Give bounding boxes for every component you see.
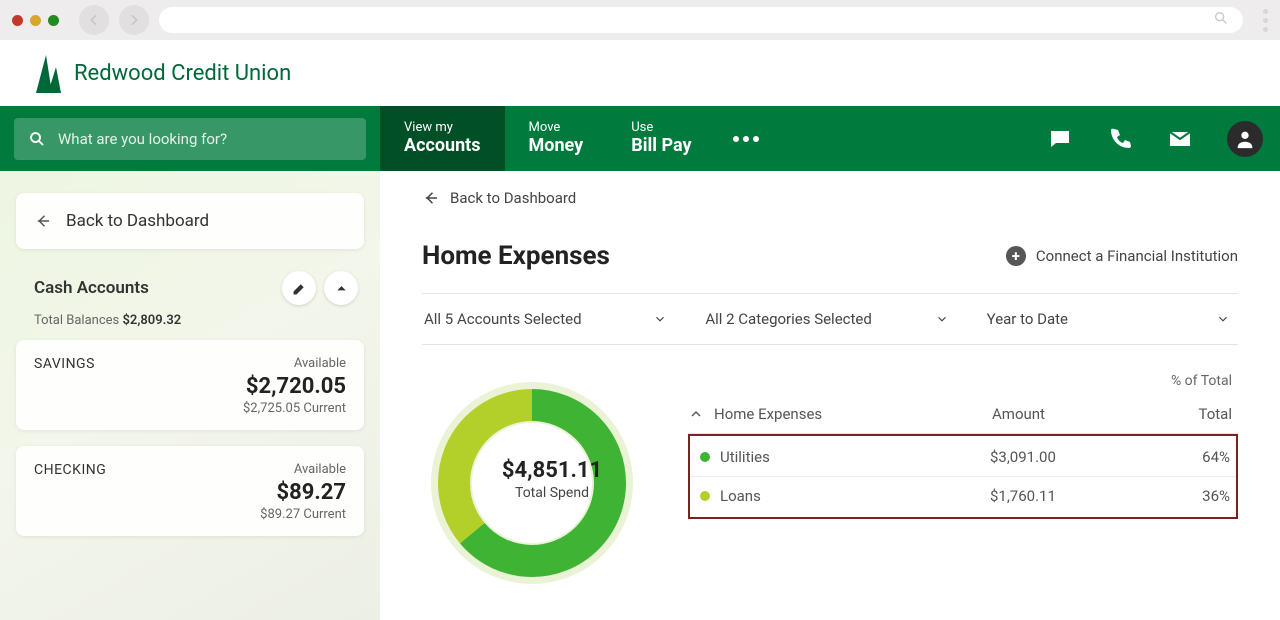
browser-menu-button[interactable]	[1263, 9, 1268, 32]
account-amount: $89.27	[34, 480, 346, 505]
chevron-down-icon	[1216, 312, 1230, 326]
nav-messages-button[interactable]	[1030, 106, 1090, 171]
main-back-button[interactable]: Back to Dashboard	[422, 189, 576, 207]
account-current: $2,725.05 Current	[34, 401, 346, 416]
connect-institution-button[interactable]: + Connect a Financial Institution	[1006, 246, 1238, 266]
brand-name: Redwood Credit Union	[74, 61, 291, 86]
page-title: Home Expenses	[422, 241, 610, 271]
more-icon	[733, 136, 759, 142]
donut-label: Total Spend	[422, 485, 682, 501]
chevron-down-icon	[935, 312, 949, 326]
main-back-label: Back to Dashboard	[450, 189, 576, 207]
nav-more-button[interactable]	[716, 106, 776, 171]
legend-dot-icon	[700, 452, 710, 462]
logo-mark-icon	[36, 53, 64, 93]
filter-accounts[interactable]: All 5 Accounts Selected	[422, 294, 675, 344]
collapse-accounts-button[interactable]	[324, 271, 358, 305]
donut-chart: $4,851.11 Total Spend	[422, 373, 682, 597]
plus-circle-icon: +	[1006, 246, 1026, 266]
connect-label: Connect a Financial Institution	[1036, 247, 1238, 265]
sidebar-back-label: Back to Dashboard	[66, 211, 209, 231]
mail-icon	[1168, 127, 1192, 151]
filter-categories[interactable]: All 2 Categories Selected	[703, 294, 956, 344]
close-window-icon[interactable]	[12, 15, 23, 26]
filter-date[interactable]: Year to Date	[985, 294, 1238, 344]
search-placeholder: What are you looking for?	[58, 130, 227, 148]
main-content: Back to Dashboard Home Expenses + Connec…	[380, 171, 1280, 620]
row-amount: $3,091.00	[990, 448, 1150, 466]
available-label: Available	[294, 356, 346, 371]
filter-row: All 5 Accounts Selected All 2 Categories…	[422, 293, 1238, 345]
nav-move-money[interactable]: Move Money	[505, 106, 608, 171]
expense-table: % of Total Home Expenses Amount Total Ut…	[688, 373, 1238, 519]
cash-accounts-header: Cash Accounts	[16, 271, 364, 313]
search-icon	[1213, 10, 1229, 30]
account-name: SAVINGS	[34, 356, 95, 372]
edit-accounts-button[interactable]	[282, 271, 316, 305]
row-label: Utilities	[720, 448, 980, 466]
chevron-down-icon	[653, 312, 667, 326]
browser-back-button[interactable]	[79, 5, 109, 35]
row-pct: 64%	[1160, 448, 1230, 466]
arrow-left-icon	[422, 189, 440, 207]
sidebar: Back to Dashboard Cash Accounts Total Ba…	[0, 171, 380, 620]
nav-profile-button[interactable]	[1210, 106, 1280, 171]
browser-forward-button[interactable]	[119, 5, 149, 35]
browser-chrome	[0, 0, 1280, 40]
account-name: CHECKING	[34, 462, 106, 478]
pencil-icon	[292, 281, 307, 296]
maximize-window-icon[interactable]	[48, 15, 59, 26]
account-current: $89.27 Current	[34, 507, 346, 522]
pct-header: % of Total	[1162, 373, 1232, 389]
total-balances: Total Balances $2,809.32	[16, 313, 364, 328]
brand-logo[interactable]: Redwood Credit Union	[36, 53, 291, 93]
amount-header: Amount	[992, 405, 1152, 423]
nav-bill-pay[interactable]: Use Bill Pay	[607, 106, 715, 171]
site-search[interactable]: What are you looking for?	[14, 118, 366, 160]
account-card-checking[interactable]: CHECKING Available $89.27 $89.27 Current	[16, 446, 364, 536]
donut-amount: $4,851.11	[422, 458, 682, 483]
row-pct: 36%	[1160, 487, 1230, 505]
row-label: Loans	[720, 487, 980, 505]
sidebar-back-button[interactable]: Back to Dashboard	[16, 193, 364, 249]
total-header: Total	[1162, 405, 1232, 423]
arrow-left-icon	[34, 212, 52, 230]
table-row[interactable]: Utilities $3,091.00 64%	[690, 438, 1236, 477]
brand-bar: Redwood Credit Union	[0, 40, 1280, 106]
account-card-savings[interactable]: SAVINGS Available $2,720.05 $2,725.05 Cu…	[16, 340, 364, 430]
legend-dot-icon	[700, 491, 710, 501]
chat-icon	[1048, 127, 1072, 151]
highlighted-rows: Utilities $3,091.00 64% Loans $1,760.11 …	[688, 434, 1238, 519]
window-controls	[12, 15, 59, 26]
account-amount: $2,720.05	[34, 374, 346, 399]
table-row[interactable]: Loans $1,760.11 36%	[690, 477, 1236, 515]
nav-call-button[interactable]	[1090, 106, 1150, 171]
nav-mail-button[interactable]	[1150, 106, 1210, 171]
row-amount: $1,760.11	[990, 487, 1150, 505]
avatar-icon	[1227, 121, 1263, 157]
available-label: Available	[294, 462, 346, 477]
group-label: Home Expenses	[714, 405, 982, 423]
chevron-up-icon	[688, 406, 704, 422]
nav-accounts[interactable]: View my Accounts	[380, 106, 505, 171]
chevron-up-icon	[334, 281, 349, 296]
main-nav: What are you looking for? View my Accoun…	[0, 106, 1280, 171]
expense-group-row[interactable]: Home Expenses Amount Total	[688, 395, 1238, 434]
browser-url-bar[interactable]	[159, 7, 1243, 33]
cash-accounts-title: Cash Accounts	[34, 278, 149, 298]
minimize-window-icon[interactable]	[30, 15, 41, 26]
phone-icon	[1108, 127, 1132, 151]
search-icon	[28, 130, 46, 148]
